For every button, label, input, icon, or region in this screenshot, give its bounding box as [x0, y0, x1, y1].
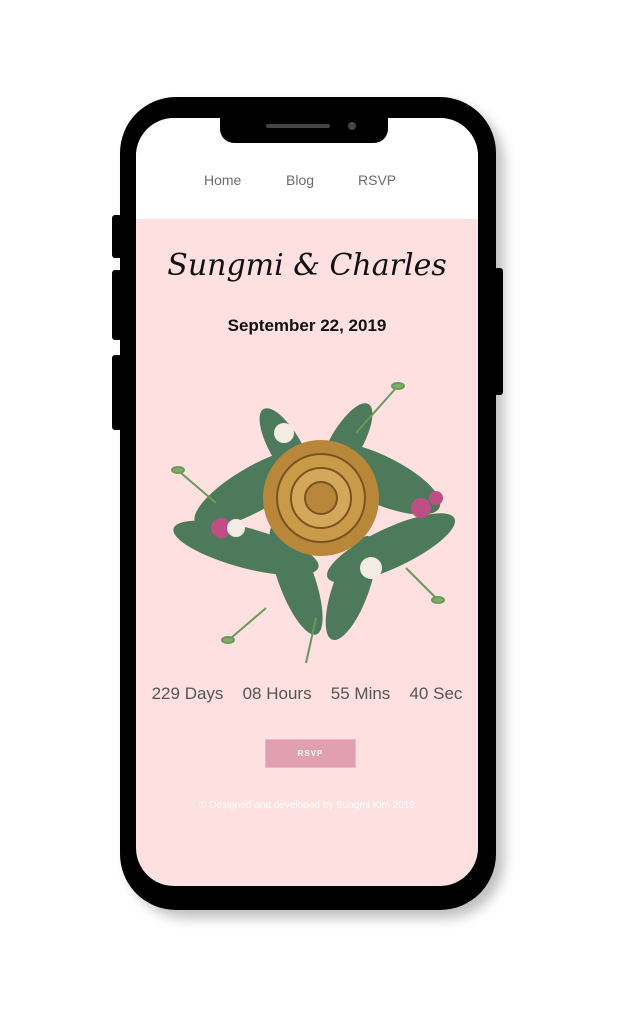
rsvp-button[interactable]: RSVP — [265, 739, 356, 768]
camera-icon — [348, 122, 356, 130]
phone-notch — [220, 118, 388, 143]
countdown-mins: 55 Mins — [330, 684, 391, 703]
nav-rsvp[interactable]: RSVP — [358, 172, 396, 188]
countdown-days: 229 Days — [151, 684, 224, 703]
nav-home[interactable]: Home — [204, 172, 241, 188]
wedding-date: September 22, 2019 — [227, 316, 387, 335]
phone-screen: Home Blog RSVP Sungmi & Charles Septembe… — [136, 118, 478, 886]
countdown-hours: 08 Hours — [242, 684, 312, 703]
nav-blog[interactable]: Blog — [286, 172, 314, 188]
floral-bouquet-image — [171, 382, 456, 664]
speaker-icon — [266, 124, 330, 128]
countdown-timer: 229 Days 08 Hours 55 Mins 40 Sec — [136, 684, 478, 704]
countdown-secs: 40 Sec — [409, 684, 463, 703]
couple-names: Sungmi & Charles — [167, 248, 447, 283]
footer-credit: © Designed and developed by Sungmi Kim 2… — [199, 800, 415, 811]
